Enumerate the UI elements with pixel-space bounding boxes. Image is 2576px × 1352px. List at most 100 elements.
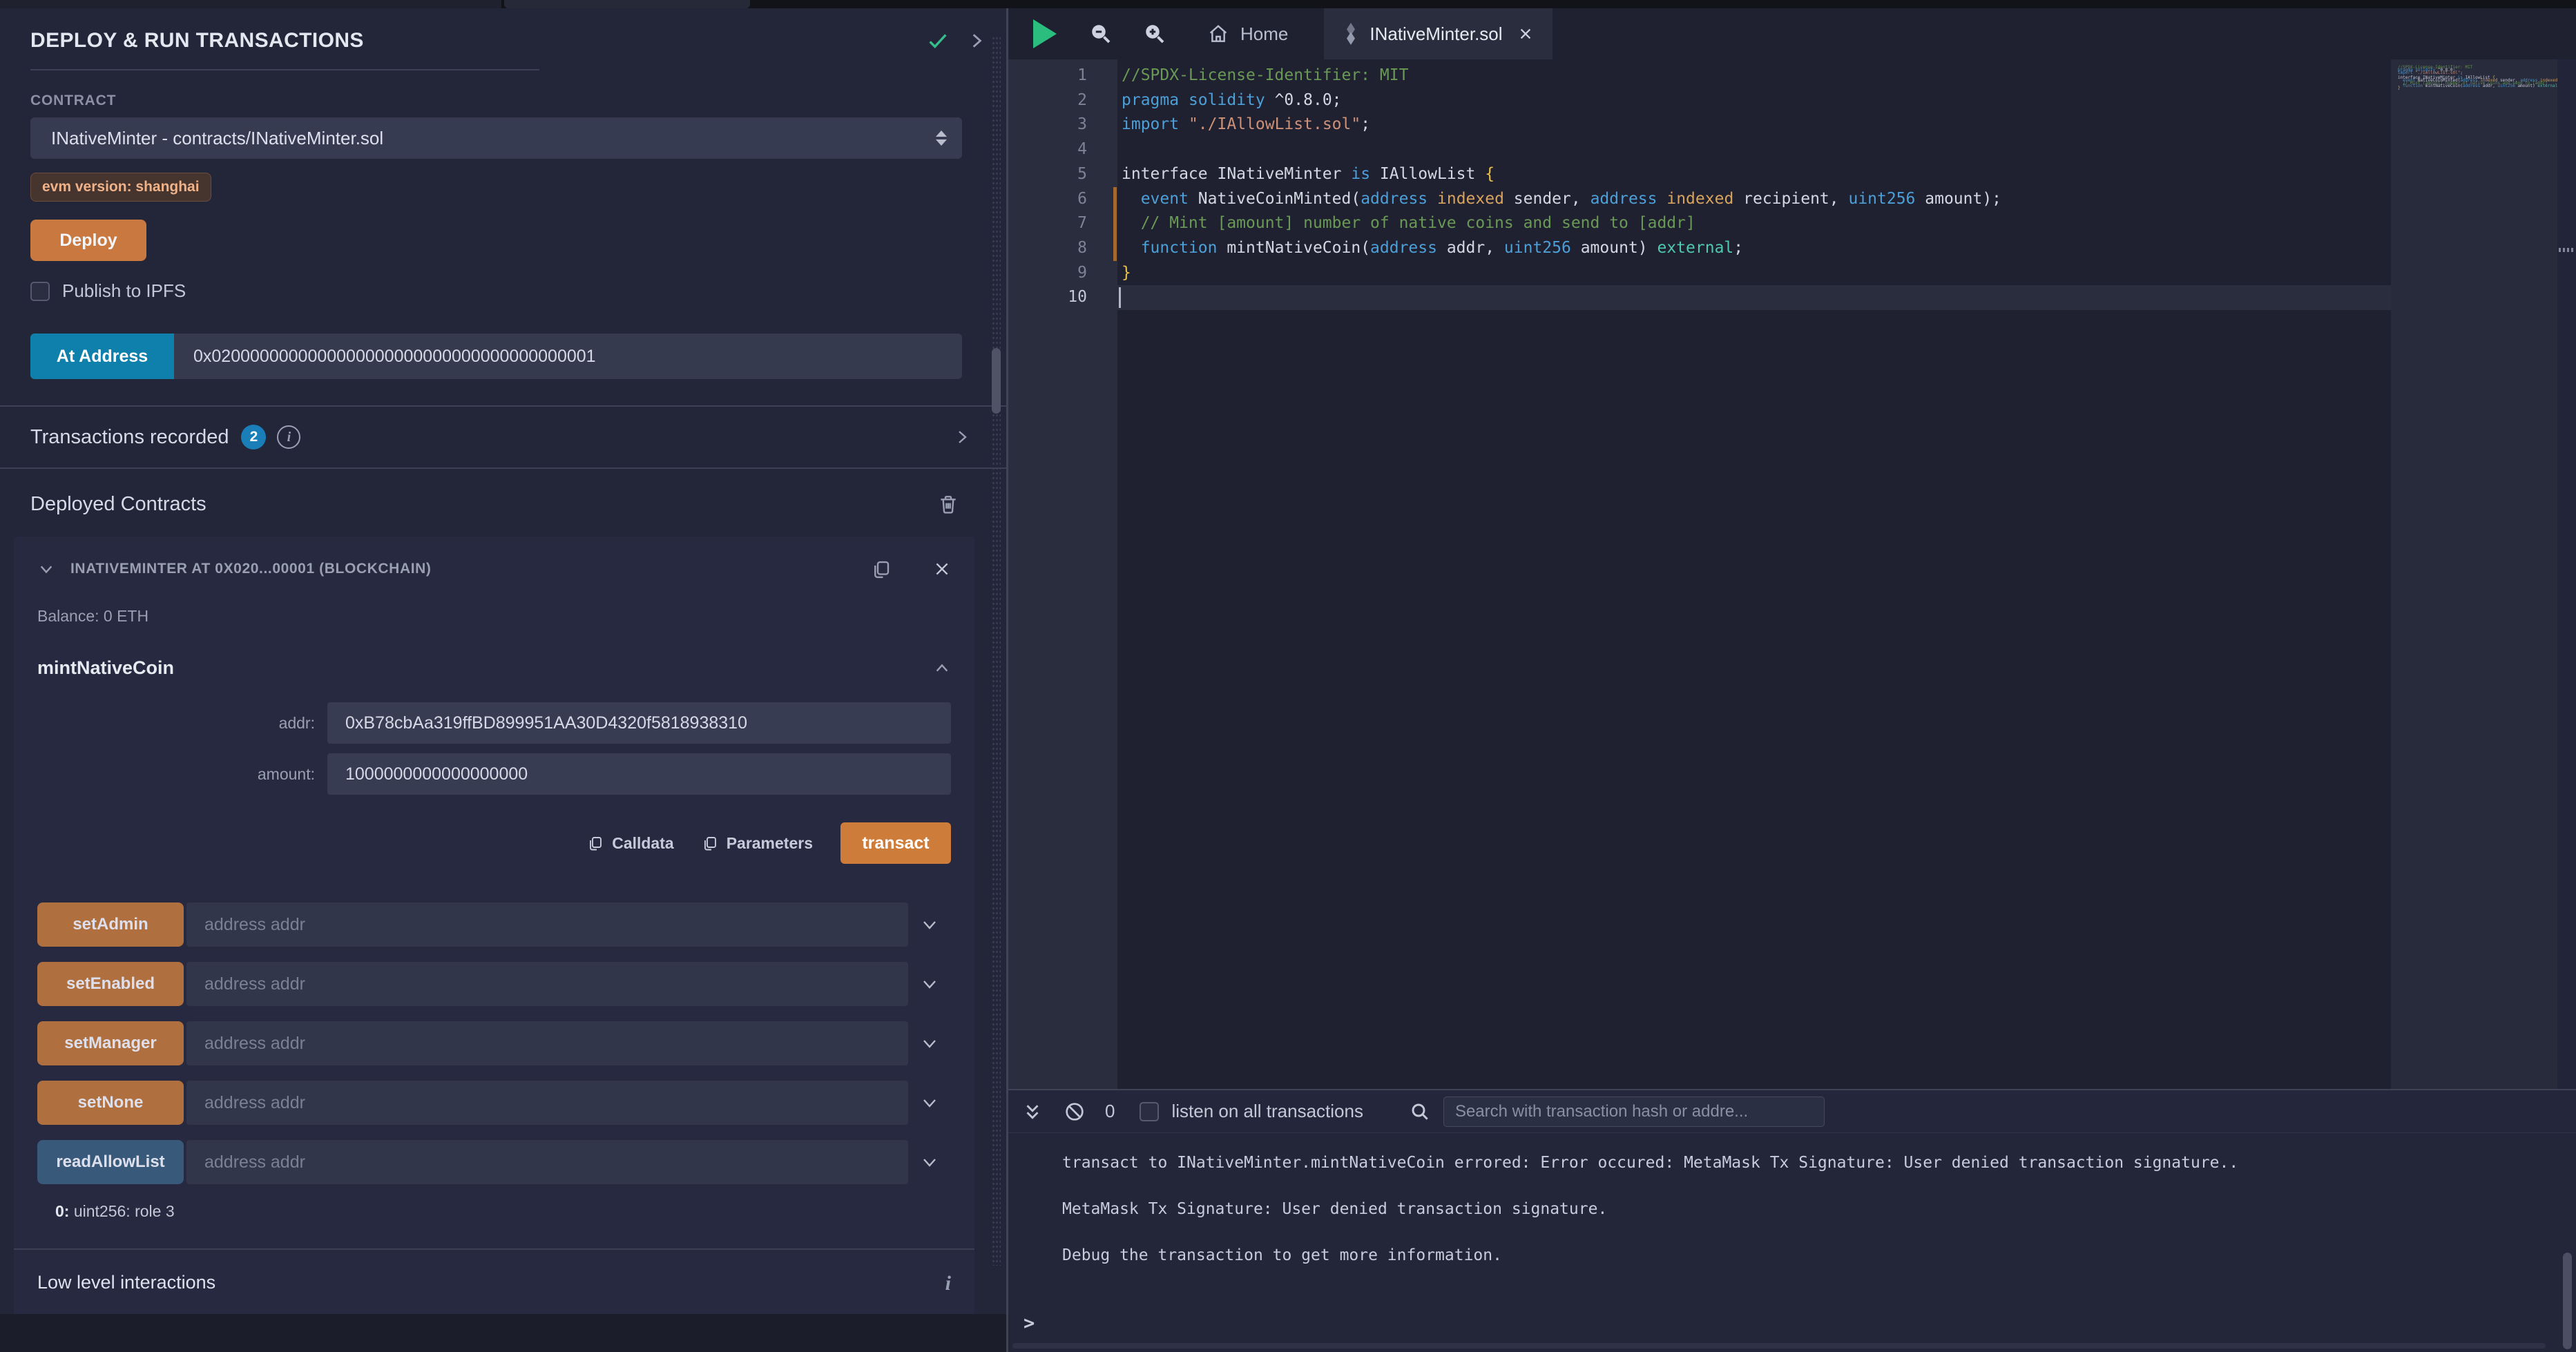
function-output-index: 0: — [55, 1202, 69, 1220]
info-icon[interactable]: i — [277, 425, 300, 449]
deployed-contract-instance-card: INATIVEMINTER AT 0X020...00001 (BLOCKCHA… — [14, 537, 974, 1352]
panel-scrollbar-thumb[interactable] — [992, 348, 1001, 414]
header-underline — [30, 69, 539, 70]
divider — [14, 1248, 974, 1250]
setEnabled-input[interactable] — [186, 962, 908, 1006]
copy-parameters-button[interactable]: Parameters — [702, 833, 813, 853]
tab-close-icon[interactable] — [1518, 26, 1533, 41]
chevron-up-icon[interactable] — [933, 661, 951, 676]
setManager-input[interactable] — [186, 1021, 908, 1065]
at-address-input[interactable] — [174, 334, 962, 379]
copy-calldata-label: Calldata — [612, 834, 673, 853]
code-editor[interactable]: 12345678910 //SPDX-License-Identifier: M… — [1008, 59, 2576, 1089]
deployed-contracts-header: Deployed Contracts — [30, 492, 962, 516]
ruler-marker — [2559, 248, 2575, 252]
function-row-readAllowList: readAllowList — [37, 1140, 951, 1184]
terminal-prompt[interactable]: > — [1023, 1313, 1035, 1334]
remix-ide-screen: DEPLOY & RUN TRANSACTIONS CONTRACT INati… — [0, 0, 2576, 1352]
setAdmin-input[interactable] — [186, 902, 908, 947]
terminal-log: transact to INativeMinter.mintNativeCoin… — [1008, 1133, 2576, 1264]
function-row-setEnabled: setEnabled — [37, 962, 951, 1006]
line-number-gutter: 12345678910 — [1008, 59, 1117, 1089]
clear-console-ban-icon[interactable] — [1064, 1101, 1086, 1123]
terminal-search-input[interactable] — [1443, 1097, 1825, 1127]
contract-select-value: INativeMinter - contracts/INativeMinter.… — [51, 128, 383, 149]
search-icon — [1409, 1101, 1431, 1123]
minimap[interactable]: //SPDX-License-Identifier: MITpragma sol… — [2391, 59, 2557, 1089]
chevron-down-icon[interactable] — [908, 976, 951, 992]
chevron-down-icon[interactable] — [908, 1094, 951, 1111]
amount-field-label: amount: — [37, 765, 327, 784]
readAllowList-input[interactable] — [186, 1140, 908, 1184]
instance-balance: Balance: 0 ETH — [37, 607, 951, 626]
zoom-out-icon[interactable] — [1088, 21, 1113, 46]
addr-field-input[interactable] — [327, 702, 951, 744]
panel-scrollbar-track[interactable] — [992, 36, 1001, 1266]
deploy-button[interactable]: Deploy — [30, 220, 146, 261]
amount-field-row: amount: — [37, 753, 951, 795]
terminal: 0 listen on all transactions transact to… — [1008, 1089, 2576, 1352]
chevron-down-icon[interactable] — [908, 1035, 951, 1052]
window-top-strip — [0, 0, 2576, 8]
function-row-setManager: setManager — [37, 1021, 951, 1065]
setAdmin-button[interactable]: setAdmin — [37, 902, 184, 947]
tab-inativeminter[interactable]: INativeMinter.sol — [1324, 8, 1552, 59]
terminal-header: 0 listen on all transactions — [1008, 1090, 2576, 1133]
overview-ruler[interactable] — [2557, 59, 2576, 1089]
at-address-button[interactable]: At Address — [30, 334, 174, 379]
tab-home[interactable]: Home — [1188, 8, 1307, 59]
function-output-value: uint256: role 3 — [69, 1202, 174, 1220]
transactions-expand-chevron-icon[interactable] — [954, 427, 970, 447]
function-list: setAdmin setEnabled setManager setNone readA… — [37, 902, 951, 1184]
copy-icon — [587, 833, 604, 853]
contract-select[interactable]: INativeMinter - contracts/INativeMinter.… — [30, 117, 962, 159]
deploy-run-panel: DEPLOY & RUN TRANSACTIONS CONTRACT INati… — [0, 8, 1006, 1314]
transactions-count-badge: 2 — [241, 425, 266, 450]
check-icon — [926, 29, 950, 52]
window-top-strip-left — [0, 0, 501, 8]
trash-icon[interactable] — [937, 492, 959, 516]
transact-button[interactable]: transact — [840, 822, 951, 864]
tab-inativeminter-label: INativeMinter.sol — [1369, 23, 1502, 45]
panel-header: DEPLOY & RUN TRANSACTIONS — [30, 8, 962, 52]
code-area[interactable]: //SPDX-License-Identifier: MITpragma sol… — [1117, 59, 2391, 1089]
zoom-in-icon[interactable] — [1142, 21, 1167, 46]
terminal-expand-double-chevron-icon[interactable] — [1022, 1100, 1043, 1123]
panel-collapse-chevron-icon[interactable] — [968, 30, 986, 51]
transactions-recorded-label: Transactions recorded — [30, 426, 229, 449]
amount-field-input[interactable] — [327, 753, 951, 795]
run-script-play-icon[interactable] — [1033, 19, 1057, 48]
terminal-hscrollbar[interactable] — [1012, 1343, 2546, 1349]
divider — [0, 467, 1006, 469]
contract-label: CONTRACT — [30, 93, 962, 109]
copy-icon — [702, 833, 718, 853]
function-action-row: Calldata Parameters transact — [37, 822, 951, 864]
solidity-icon — [1343, 23, 1358, 45]
setManager-button[interactable]: setManager — [37, 1021, 184, 1065]
terminal-log-line: Debug the transaction to get more inform… — [1062, 1246, 2576, 1264]
copy-calldata-button[interactable]: Calldata — [587, 833, 673, 853]
listen-all-transactions-checkbox[interactable] — [1140, 1102, 1159, 1121]
chevron-down-icon[interactable] — [908, 916, 951, 933]
chevron-down-icon[interactable] — [908, 1154, 951, 1170]
readAllowList-button[interactable]: readAllowList — [37, 1140, 184, 1184]
setNone-input[interactable] — [186, 1081, 908, 1125]
publish-ipfs-checkbox[interactable] — [30, 282, 50, 301]
chevron-down-icon[interactable] — [37, 561, 55, 577]
function-row-setAdmin: setAdmin — [37, 902, 951, 947]
copy-icon[interactable] — [871, 557, 892, 581]
open-function-header: mintNativeCoin — [37, 657, 951, 679]
setNone-button[interactable]: setNone — [37, 1081, 184, 1125]
panel-footer-strip — [0, 1314, 1006, 1352]
publish-ipfs-label: Publish to IPFS — [62, 280, 186, 302]
editor-terminal-area: Home INativeMinter.sol 12345678910 — [1008, 8, 2576, 1352]
terminal-scrollbar-thumb[interactable] — [2563, 1253, 2572, 1349]
deployed-contracts-title: Deployed Contracts — [30, 493, 206, 516]
setEnabled-button[interactable]: setEnabled — [37, 962, 184, 1006]
instance-title-row[interactable]: INATIVEMINTER AT 0X020...00001 (BLOCKCHA… — [37, 557, 951, 581]
terminal-log-line: MetaMask Tx Signature: User denied trans… — [1062, 1200, 2576, 1218]
close-icon[interactable] — [933, 560, 951, 578]
info-icon[interactable]: i — [945, 1272, 951, 1295]
function-output: 0: uint256: role 3 — [37, 1202, 951, 1221]
terminal-log-line: transact to INativeMinter.mintNativeCoin… — [1062, 1154, 2576, 1172]
